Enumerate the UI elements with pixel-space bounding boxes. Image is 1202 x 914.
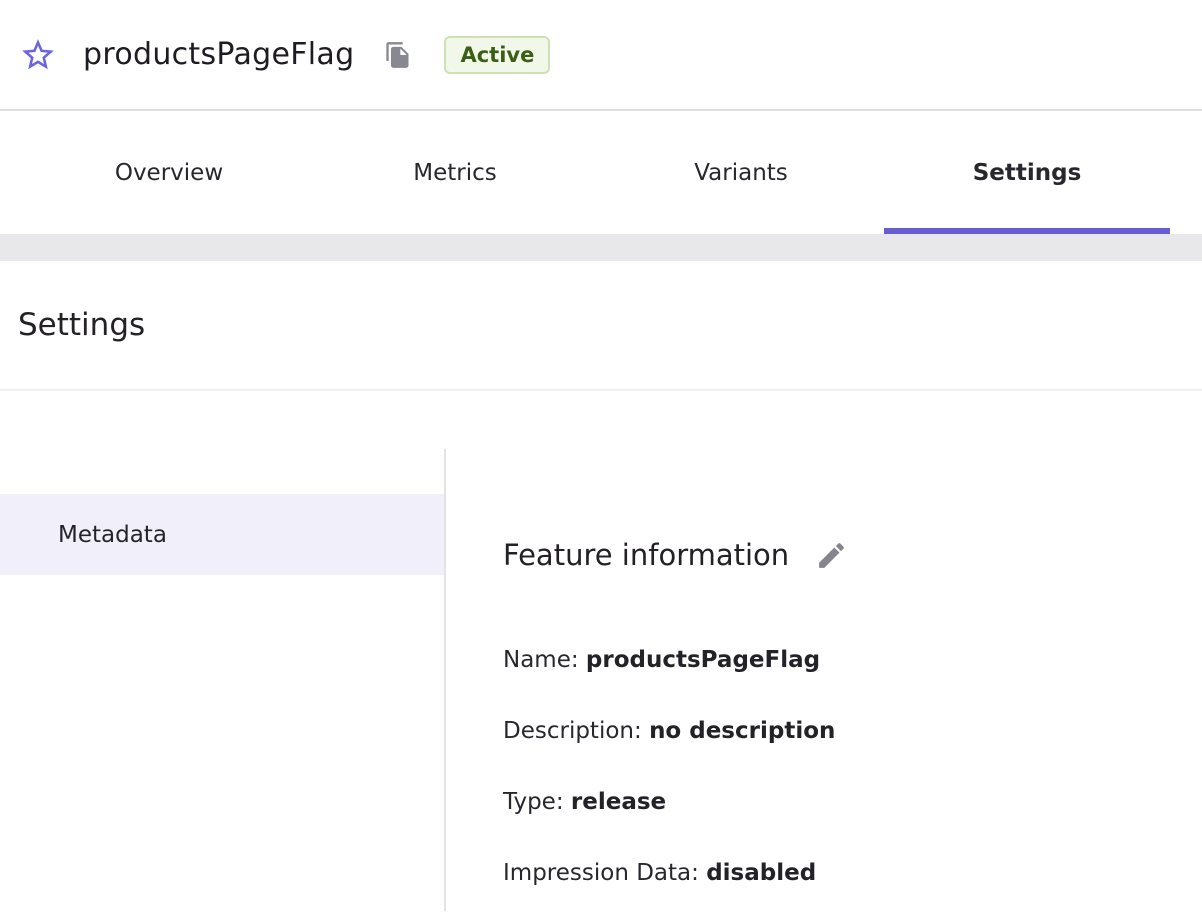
- feature-information-title: Feature information: [503, 538, 789, 572]
- feature-header: productsPageFlag Active: [0, 0, 1202, 111]
- metadata-field-type: Type: release: [503, 787, 1202, 817]
- tab-settings[interactable]: Settings: [884, 111, 1170, 234]
- feature-tabs: Overview Metrics Variants Settings: [0, 111, 1202, 234]
- star-icon: [19, 36, 57, 74]
- copy-icon: [384, 41, 412, 69]
- field-label: Impression Data:: [503, 860, 699, 886]
- field-value: productsPageFlag: [586, 647, 820, 673]
- sidebar-item-label: Metadata: [58, 522, 167, 548]
- settings-content: Metadata Feature information Name: produ…: [0, 449, 1202, 911]
- settings-section-title: Settings: [18, 307, 145, 343]
- field-label: Type:: [503, 789, 564, 815]
- metadata-panel: Feature information Name: productsPageFl…: [446, 449, 1202, 911]
- content-divider-band: [0, 234, 1202, 261]
- field-value: no description: [649, 718, 835, 744]
- field-value: disabled: [706, 860, 816, 886]
- tab-overview[interactable]: Overview: [26, 111, 312, 234]
- tab-variants[interactable]: Variants: [598, 111, 884, 234]
- tab-metrics[interactable]: Metrics: [312, 111, 598, 234]
- field-label: Description:: [503, 718, 642, 744]
- metadata-field-description: Description: no description: [503, 716, 1202, 746]
- metadata-field-impression-data: Impression Data: disabled: [503, 858, 1202, 888]
- metadata-field-name: Name: productsPageFlag: [503, 645, 1202, 675]
- favorite-star-button[interactable]: [17, 34, 59, 76]
- copy-name-button[interactable]: [382, 39, 414, 71]
- settings-sidebar: Metadata: [0, 449, 446, 911]
- page-title: productsPageFlag: [83, 37, 354, 72]
- field-value: release: [571, 789, 666, 815]
- status-badge: Active: [444, 36, 550, 74]
- settings-section-header: Settings: [0, 261, 1202, 391]
- edit-feature-button[interactable]: [813, 537, 849, 573]
- feature-information-header: Feature information: [503, 537, 1202, 573]
- sidebar-item-metadata[interactable]: Metadata: [0, 494, 444, 575]
- metadata-fields: Name: productsPageFlag Description: no d…: [503, 645, 1202, 888]
- edit-icon: [815, 539, 848, 572]
- field-label: Name:: [503, 647, 579, 673]
